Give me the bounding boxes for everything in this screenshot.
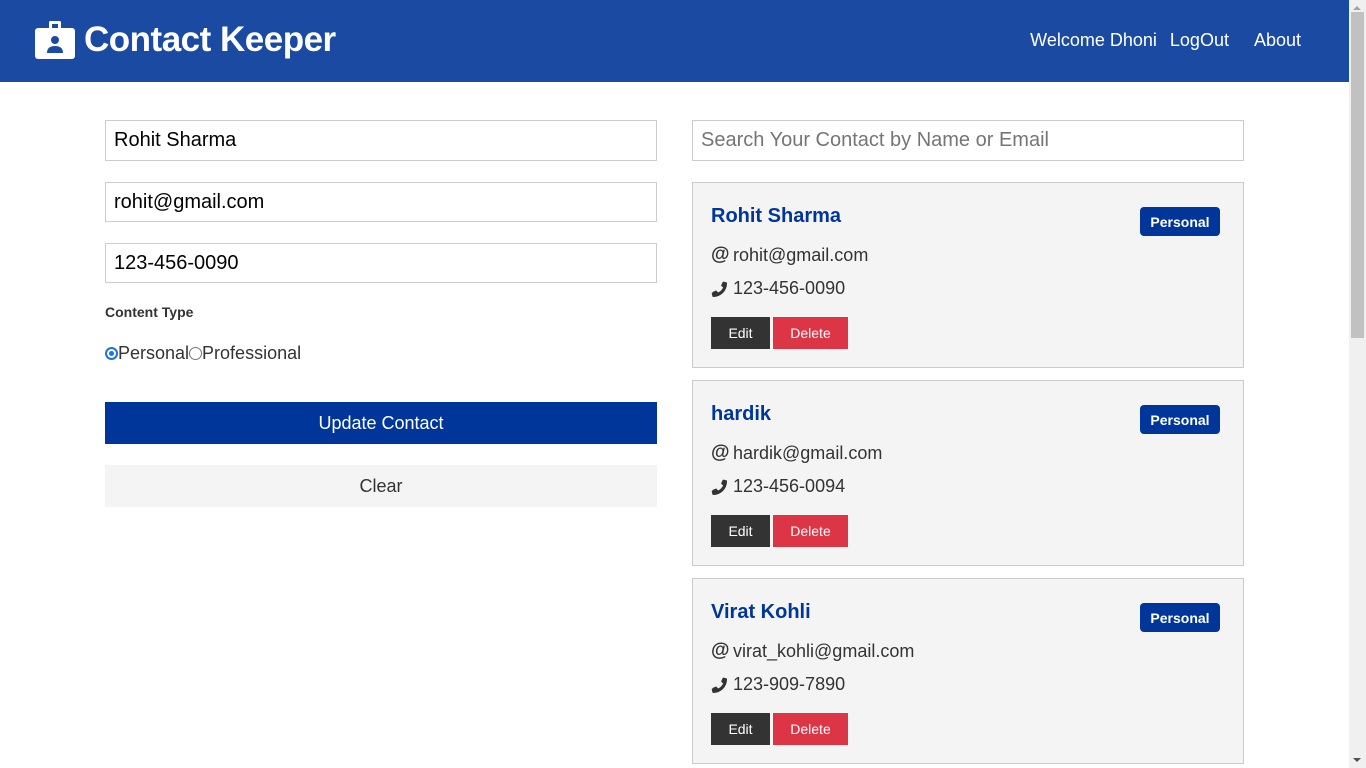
contact-name: Rohit Sharma [711,205,842,227]
about-link[interactable]: About [1254,30,1301,51]
contact-type-badge: Personal [1140,405,1220,434]
brand[interactable]: Contact Keeper [35,20,336,60]
contact-form: Content Type Personal Professional Updat… [105,120,657,507]
contact-card: Rohit Sharma Personal @ rohit@gmail.com … [692,182,1244,368]
scrollbar[interactable] [1349,0,1366,768]
radio-professional[interactable] [189,347,203,360]
scroll-up-arrow-icon[interactable] [1353,6,1361,10]
contact-phone: 123-456-0090 [733,278,846,298]
name-input[interactable] [105,120,657,161]
contact-email: virat_kohli@gmail.com [733,640,915,661]
contact-phone-line: 123-456-0094 [711,476,845,497]
content-type-radios: Personal Professional [105,343,657,364]
contact-name: hardik [711,403,772,425]
search-input[interactable] [692,120,1244,161]
delete-button[interactable]: Delete [773,713,848,745]
contact-phone: 123-456-0094 [733,476,846,496]
contact-email: rohit@gmail.com [733,244,869,265]
contact-email: hardik@gmail.com [733,442,883,463]
edit-button[interactable]: Edit [711,713,770,745]
contact-email-line: @ virat_kohli@gmail.com [711,640,914,662]
nav-links: Welcome Dhoni LogOut About [1017,30,1301,51]
welcome-text: Welcome Dhoni [1030,30,1157,50]
delete-button[interactable]: Delete [773,515,848,547]
delete-button[interactable]: Delete [773,317,848,349]
at-icon: @ [711,244,730,265]
contact-phone: 123-909-7890 [733,674,846,694]
content-type-label: Content Type [105,304,194,320]
contact-phone-line: 123-909-7890 [711,674,845,695]
phone-icon [711,280,729,297]
contact-card: hardik Personal @ hardik@gmail.com 123-4… [692,380,1244,566]
phone-icon [711,478,729,495]
contact-phone-line: 123-456-0090 [711,278,845,299]
logout-link[interactable]: LogOut [1170,30,1229,51]
contact-email-line: @ rohit@gmail.com [711,244,868,266]
phone-input[interactable] [105,243,657,283]
email-input[interactable] [105,182,657,222]
edit-button[interactable]: Edit [711,317,770,349]
at-icon: @ [711,640,730,661]
contact-type-badge: Personal [1140,603,1220,632]
scroll-down-arrow-icon[interactable] [1353,758,1361,762]
scroll-thumb[interactable] [1351,12,1364,338]
contact-name: Virat Kohli [711,601,811,623]
navbar: Contact Keeper Welcome Dhoni LogOut Abou… [0,0,1349,82]
contact-email-line: @ hardik@gmail.com [711,442,882,464]
radio-personal-label: Personal [118,343,190,363]
edit-button[interactable]: Edit [711,515,770,547]
at-icon: @ [711,442,730,463]
phone-icon [711,676,729,693]
contact-type-badge: Personal [1140,207,1220,236]
update-contact-button[interactable]: Update Contact [105,402,657,444]
clear-button[interactable]: Clear [105,465,657,507]
contact-card: Virat Kohli Personal @ virat_kohli@gmail… [692,578,1244,764]
id-badge-icon [35,21,75,59]
radio-professional-label: Professional [202,343,302,363]
app-title: Contact Keeper [84,20,336,59]
radio-personal[interactable] [105,347,118,360]
